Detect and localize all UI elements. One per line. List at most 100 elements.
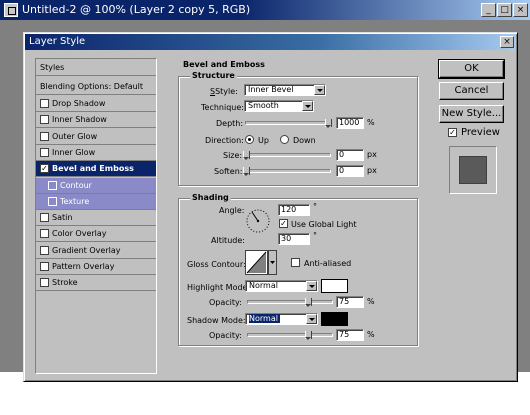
style-item-bevel-and-emboss[interactable]: ✓ Bevel and Emboss xyxy=(36,161,156,178)
dialog-title: Layer Style xyxy=(25,34,516,50)
highlight-opacity-thumb[interactable] xyxy=(305,298,312,307)
direction-up-radio[interactable] xyxy=(245,135,254,144)
shadow-opacity-track[interactable] xyxy=(247,333,333,337)
size-label: Size: xyxy=(223,151,243,160)
style-item-checkbox[interactable] xyxy=(40,229,49,239)
style-item-checkbox[interactable] xyxy=(48,196,57,206)
style-item-label: Color Overlay xyxy=(52,229,107,239)
highlight-opacity-input[interactable]: 75 xyxy=(336,296,364,308)
ok-button[interactable]: OK xyxy=(438,59,505,79)
soften-unit: px xyxy=(367,166,377,175)
direction-label: Direction: xyxy=(205,136,244,145)
style-item-checkbox[interactable] xyxy=(40,245,49,255)
preview-checkbox[interactable]: ✓ xyxy=(448,128,457,137)
technique-value: Smooth xyxy=(248,101,279,110)
shadow-opacity-thumb[interactable] xyxy=(305,331,312,340)
style-item-label: Stroke xyxy=(52,278,78,288)
soften-slider-thumb[interactable] xyxy=(243,167,250,176)
new-style-button[interactable]: New Style... xyxy=(439,105,504,123)
style-item-label: Satin xyxy=(52,213,73,223)
depth-slider-thumb[interactable] xyxy=(325,119,332,128)
style-item-checkbox[interactable] xyxy=(40,147,49,157)
style-item-pattern-overlay[interactable]: Pattern Overlay xyxy=(36,259,156,275)
technique-dropdown[interactable]: Smooth xyxy=(244,100,314,112)
preview-swatch xyxy=(459,156,487,184)
style-item-stroke[interactable]: Stroke xyxy=(36,275,156,292)
style-item-checkbox[interactable] xyxy=(48,180,57,190)
highlight-mode-value: Normal xyxy=(249,281,278,290)
size-unit: px xyxy=(367,150,377,159)
shading-title: Shading xyxy=(190,193,231,202)
style-item-satin[interactable]: Satin xyxy=(36,210,156,227)
altitude-unit: ° xyxy=(313,231,317,240)
size-input[interactable]: 0 xyxy=(336,149,364,161)
style-label: SStyle: xyxy=(210,87,238,96)
style-item-color-overlay[interactable]: Color Overlay xyxy=(36,226,156,243)
style-item-checkbox[interactable] xyxy=(40,278,49,288)
use-global-light-label: Use Global Light xyxy=(291,220,357,229)
shadow-mode-dropdown[interactable]: Normal xyxy=(245,313,318,325)
use-global-light-checkbox[interactable]: ✓ xyxy=(279,219,288,228)
depth-unit: % xyxy=(367,118,375,127)
highlight-mode-label: Highlight Mode: xyxy=(187,283,251,292)
preview-box xyxy=(449,146,497,194)
highlight-opacity-track[interactable] xyxy=(247,300,333,304)
style-item-outer-glow[interactable]: Outer Glow xyxy=(36,128,156,145)
depth-slider-track[interactable] xyxy=(245,121,331,125)
shadow-opacity-input[interactable]: 75 xyxy=(336,329,364,341)
style-item-checkbox[interactable]: ✓ xyxy=(40,164,49,174)
style-item-label: Bevel and Emboss xyxy=(52,164,134,174)
chevron-down-icon xyxy=(314,85,325,95)
angle-input[interactable]: 120 xyxy=(278,204,310,216)
chevron-down-icon xyxy=(306,281,317,291)
direction-down-label: Down xyxy=(293,136,316,145)
style-item-checkbox[interactable] xyxy=(40,115,49,125)
style-item-inner-shadow[interactable]: Inner Shadow xyxy=(36,112,156,129)
style-item-checkbox[interactable] xyxy=(40,262,49,271)
style-item-drop-shadow[interactable]: Drop Shadow xyxy=(36,96,156,112)
style-item-gradient-overlay[interactable]: Gradient Overlay xyxy=(36,242,156,259)
style-item-label: Pattern Overlay xyxy=(52,262,115,271)
style-item-texture[interactable]: Texture xyxy=(36,193,156,210)
styles-header[interactable]: Styles xyxy=(36,60,156,76)
style-item-label: Gradient Overlay xyxy=(52,245,121,255)
blending-options-item[interactable]: Blending Options: Default xyxy=(36,79,156,95)
style-value: Inner Bevel xyxy=(248,85,294,94)
highlight-mode-dropdown[interactable]: Normal xyxy=(245,280,318,292)
highlight-opacity-unit: % xyxy=(367,297,375,306)
size-slider-thumb[interactable] xyxy=(243,151,250,160)
angle-dial[interactable] xyxy=(245,208,271,234)
chevron-down-icon xyxy=(306,314,317,324)
style-item-checkbox[interactable] xyxy=(40,99,49,108)
soften-slider-track[interactable] xyxy=(245,169,331,173)
style-item-inner-glow[interactable]: Inner Glow xyxy=(36,144,156,161)
bevel-emboss-title: Bevel and Emboss xyxy=(183,60,265,69)
gloss-contour-picker[interactable] xyxy=(245,250,277,276)
shadow-color-swatch[interactable] xyxy=(321,312,348,326)
style-item-contour[interactable]: Contour xyxy=(36,177,156,194)
soften-input[interactable]: 0 xyxy=(336,165,364,177)
cancel-button[interactable]: Cancel xyxy=(439,82,504,100)
dialog-close-button[interactable]: × xyxy=(500,36,514,48)
style-item-label: Texture xyxy=(60,196,90,206)
window-title: Untitled-2 @ 100% (Layer 2 copy 5, RGB) xyxy=(0,0,530,20)
minimize-button[interactable]: _ xyxy=(481,3,496,17)
highlight-color-swatch[interactable] xyxy=(321,279,348,293)
altitude-input[interactable]: 30 xyxy=(278,233,310,245)
chevron-down-icon xyxy=(302,101,313,111)
style-dropdown[interactable]: Inner Bevel xyxy=(244,84,326,96)
direction-down-radio[interactable] xyxy=(280,135,289,144)
shadow-opacity-label: Opacity: xyxy=(209,331,242,340)
style-item-label: Drop Shadow xyxy=(52,99,106,108)
direction-up-label: Up xyxy=(258,136,269,145)
style-item-checkbox[interactable] xyxy=(40,131,49,141)
technique-label: Technique: xyxy=(201,103,244,112)
anti-aliased-checkbox[interactable] xyxy=(291,258,300,267)
window-close-button[interactable]: × xyxy=(513,3,528,17)
depth-input[interactable]: 1000 xyxy=(336,117,364,129)
size-slider-track[interactable] xyxy=(245,153,331,157)
soften-label: Soften: xyxy=(214,167,243,176)
maximize-button[interactable]: □ xyxy=(497,3,512,17)
shadow-mode-label: Shadow Mode: xyxy=(187,316,246,325)
style-item-checkbox[interactable] xyxy=(40,213,49,223)
